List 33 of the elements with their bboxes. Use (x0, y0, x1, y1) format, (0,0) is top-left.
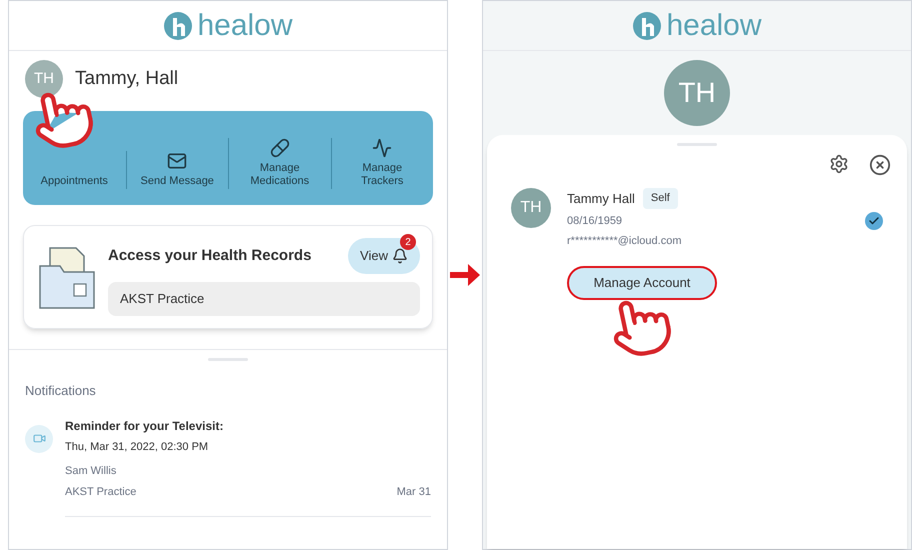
pulse-icon (372, 138, 392, 158)
date-of-birth: 08/16/1959 (567, 214, 624, 228)
notification-date: Mar 31 (396, 484, 431, 500)
close-icon[interactable] (869, 154, 891, 176)
notification-title: Reminder for your Televisit: (65, 418, 224, 434)
notification-badge: 2 (400, 234, 416, 250)
self-tag: Self (642, 188, 678, 208)
avatar: TH (511, 188, 551, 228)
settings-icon[interactable] (829, 154, 849, 174)
manage-account-button[interactable]: Manage Account (567, 266, 717, 300)
quick-action[interactable]: Send Message (126, 151, 228, 189)
card-title: Access your Health Records (108, 246, 312, 266)
account-name: Tammy Hall (567, 190, 635, 208)
notification-time: Thu, Mar 31, 2022, 02:30 PM (65, 440, 210, 454)
logo-text: healow (197, 10, 293, 40)
email-text: r***********@icloud.com (567, 234, 682, 249)
logo-icon (163, 10, 194, 40)
pill-icon (270, 138, 290, 158)
user-name: Tammy, Hall (75, 66, 178, 91)
video-icon (25, 424, 53, 452)
bell-icon (392, 248, 408, 264)
quick-action[interactable]: Manage Medications (228, 138, 330, 189)
envelope-icon (167, 151, 188, 172)
logo-icon (632, 10, 662, 40)
provider-name: Sam Willis (65, 464, 118, 479)
practice-field: AKST Practice (108, 282, 420, 316)
practice-name: AKST Practice (65, 484, 136, 500)
quick-action[interactable]: Appointments (23, 151, 126, 189)
section-title: Notifications (24, 382, 97, 400)
quick-action[interactable]: Manage Trackers (330, 138, 433, 189)
right-arrow-icon (450, 264, 480, 286)
avatar: TH (664, 60, 730, 126)
logo-text: healow (666, 10, 762, 40)
